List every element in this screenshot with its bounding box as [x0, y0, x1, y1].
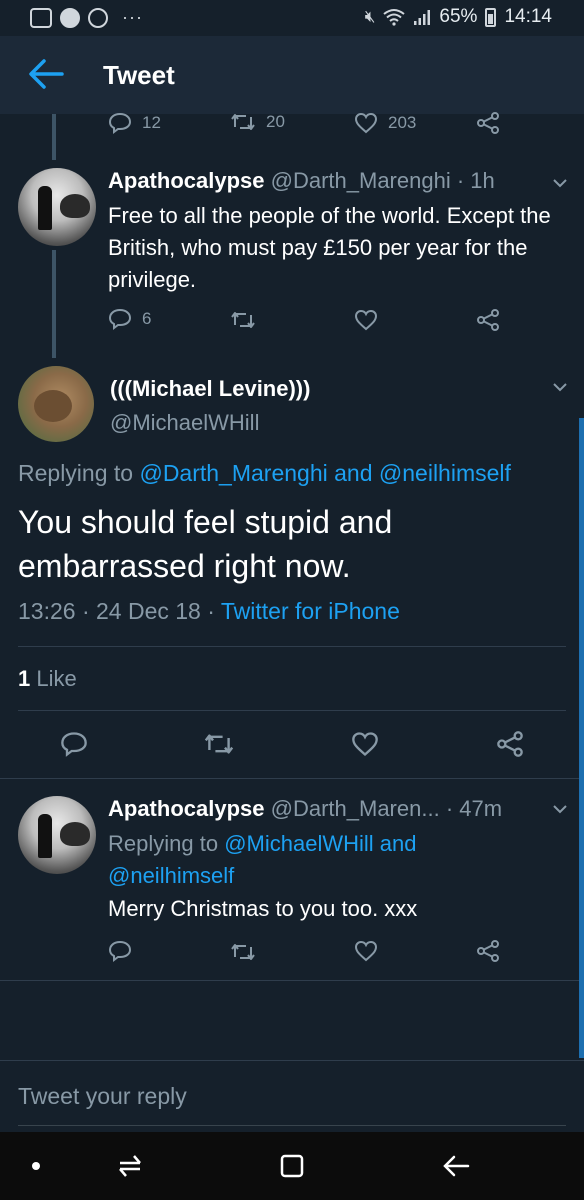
battery-icon [485, 7, 497, 27]
reply2-text: Merry Christmas to you too. xxx [108, 896, 418, 921]
heart-icon[interactable] [351, 731, 379, 757]
retweet-action[interactable] [230, 310, 256, 330]
signal-icon [414, 10, 431, 25]
more-notifications-icon: ··· [122, 7, 143, 27]
divider [0, 778, 584, 779]
back-arrow-icon[interactable] [28, 58, 64, 90]
retweet-icon [231, 114, 255, 130]
reply-composer[interactable]: Tweet your reply [0, 1060, 584, 1132]
gallery-notification-icon [30, 7, 52, 28]
likes-summary[interactable]: 1 Like [18, 666, 77, 692]
main-author-name[interactable]: (((Michael Levine))) [110, 376, 310, 402]
mention-link[interactable]: @neilhimself [379, 460, 511, 486]
heart-icon[interactable] [354, 940, 378, 962]
share-action[interactable] [476, 112, 500, 134]
retweet-icon[interactable] [203, 732, 235, 756]
reply-count: 12 [142, 113, 161, 132]
avatar-michael-levine[interactable] [18, 366, 94, 442]
system-nav-bar [0, 1132, 584, 1200]
share-action[interactable] [476, 309, 500, 331]
reply2-replying-to: Replying to @MichaelWHill and @neilhimse… [108, 828, 508, 892]
reply-input[interactable]: Tweet your reply [18, 1083, 187, 1110]
like-action[interactable] [354, 309, 378, 331]
reply2-author-name[interactable]: Apathocalypse [108, 796, 265, 821]
reply1-author-name[interactable]: Apathocalypse [108, 168, 265, 193]
replying-to-label: Replying to [18, 460, 134, 486]
main-tweet-meta: 13:26 · 24 Dec 18 · Twitter for iPhone [18, 598, 400, 625]
like-action[interactable]: 203 [354, 112, 416, 134]
reply1-text: Free to all the people of the world. Exc… [108, 203, 551, 292]
replying-to-label: Replying to [108, 831, 219, 856]
reply-icon [108, 112, 132, 134]
divider [18, 646, 566, 647]
main-author-handle[interactable]: @MichaelWHill [110, 410, 259, 436]
replying-and: and [334, 460, 373, 486]
mention-link[interactable]: @Darth_Marenghi [139, 460, 327, 486]
reply-icon[interactable] [60, 731, 88, 757]
main-timestamp: 13:26 · 24 Dec 18 · [18, 598, 215, 624]
reply-action[interactable]: 6 [108, 308, 151, 330]
app-header: Tweet [0, 36, 584, 114]
main-tweet-text: You should feel stupid and embarrassed r… [18, 504, 393, 584]
reply-count: 6 [142, 309, 152, 328]
share-icon [477, 112, 499, 134]
main-replying-to: Replying to @Darth_Marenghi and @neilhim… [18, 460, 511, 487]
like-count: 203 [388, 113, 417, 132]
heart-icon [354, 309, 378, 331]
reply-icon[interactable] [108, 940, 132, 962]
recent-apps-icon[interactable] [116, 1152, 144, 1180]
thread-connector [52, 250, 56, 358]
wifi-icon [383, 9, 406, 26]
clock: 14:14 [504, 6, 552, 27]
reply2-author-handle[interactable]: @Darth_Maren... [271, 796, 440, 821]
reply-icon [108, 308, 132, 330]
avatar-apathocalypse[interactable] [18, 796, 96, 874]
chat-notification-icon [60, 7, 80, 28]
share-icon[interactable] [496, 731, 524, 757]
scrollbar[interactable] [579, 418, 584, 1058]
battery-percent: 65% [439, 6, 478, 27]
nav-dot-icon[interactable] [30, 1152, 42, 1180]
thread-connector [52, 114, 56, 160]
chevron-down-icon[interactable] [552, 178, 568, 188]
retweet-count: 20 [266, 112, 285, 131]
divider [18, 710, 566, 711]
share-icon [477, 309, 499, 331]
share-icon[interactable] [476, 940, 500, 962]
sync-notification-icon [88, 7, 108, 28]
reply2-time: · 47m [445, 796, 503, 821]
mention-link[interactable]: @neilhimself [108, 863, 234, 888]
home-icon[interactable] [278, 1152, 306, 1180]
status-bar: ··· 🔇︎ 65% 14:14 [0, 0, 584, 36]
avatar-apathocalypse[interactable] [18, 168, 96, 246]
heart-icon [354, 112, 378, 134]
retweet-action[interactable]: 20 [230, 112, 285, 132]
reply2-header: Apathocalypse @Darth_Maren... · 47m [108, 796, 502, 822]
replying-and: and [379, 831, 417, 856]
mute-icon: 🔇︎ [364, 7, 376, 26]
likes-count: 1 [18, 666, 31, 691]
reply1-time: · 1h [456, 168, 495, 193]
retweet-icon [231, 312, 255, 328]
chevron-down-icon[interactable] [552, 804, 568, 814]
page-title: Tweet [103, 60, 175, 90]
likes-label: Like [36, 666, 77, 691]
system-back-icon[interactable] [442, 1152, 470, 1180]
tweet-source-link[interactable]: Twitter for iPhone [221, 598, 400, 624]
reply1-author-handle[interactable]: @Darth_Marenghi [271, 168, 451, 193]
divider [0, 980, 584, 981]
chevron-down-icon[interactable] [552, 382, 568, 392]
reply1-header: Apathocalypse @Darth_Marenghi · 1h [108, 168, 495, 194]
reply-action[interactable]: 12 [108, 112, 161, 134]
mention-link[interactable]: @MichaelWHill [224, 831, 373, 856]
reply-input-underline [18, 1125, 566, 1126]
retweet-icon[interactable] [230, 942, 256, 962]
